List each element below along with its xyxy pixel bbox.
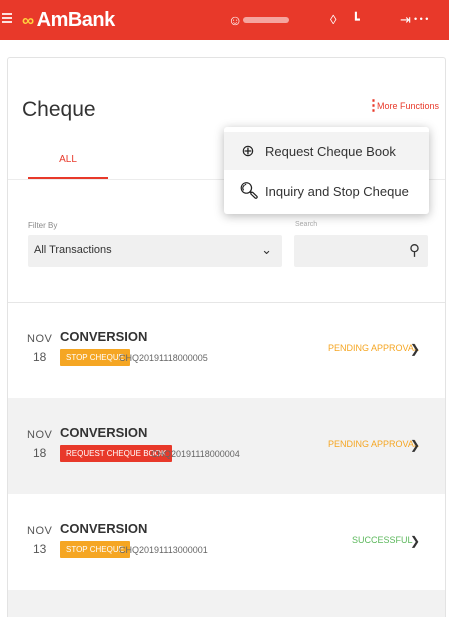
chevron-right-icon[interactable]: ❯ <box>410 438 420 452</box>
filter-value: All Transactions <box>34 244 112 256</box>
row-month: NOV <box>27 525 53 537</box>
row-status: PENDING APPROVAL <box>328 343 419 353</box>
row-status: SUCCESSFUL <box>352 535 413 545</box>
transaction-row-partial[interactable] <box>8 590 445 617</box>
top-bar: ∞ AmBank ☺ ◊ ┗ ⇥ • • • <box>0 0 449 40</box>
plus-circle-icon: ⊕ <box>241 143 255 160</box>
ambank-logo[interactable]: ∞ AmBank <box>22 9 115 32</box>
user-icon[interactable]: ☺ <box>228 12 242 28</box>
row-title: CONVERSION <box>60 329 148 344</box>
row-day: 18 <box>33 446 47 460</box>
row-month: NOV <box>27 333 53 345</box>
more-functions-link[interactable]: More Functions <box>377 101 439 111</box>
menu-item-label: Inquiry and Stop Cheque <box>265 183 409 199</box>
row-title: CONVERSION <box>60 425 148 440</box>
search-input[interactable]: ⚲ <box>294 235 428 267</box>
page-title: Cheque <box>22 98 96 121</box>
row-day: 13 <box>33 542 47 556</box>
row-status: PENDING APPROVAL <box>328 439 419 449</box>
transaction-row[interactable]: NOV 18 CONVERSION STOP CHEQUE CHQ2019111… <box>8 302 445 398</box>
menu-item-label: Request Cheque Book <box>265 143 396 159</box>
more-functions-menu: ⊕ Request Cheque Book 🔍︎ Inquiry and Sto… <box>224 127 429 214</box>
search-label: Search <box>295 221 318 228</box>
search-icon[interactable]: ⚲ <box>409 241 420 259</box>
logout-icon[interactable]: ⇥ <box>400 12 411 28</box>
menu-item-request-cheque-book[interactable]: ⊕ Request Cheque Book <box>224 132 429 170</box>
notification-icon[interactable]: ◊ <box>330 12 336 27</box>
row-reference: CHQ20191113000001 <box>119 545 208 555</box>
menu-item-inquiry-stop-cheque[interactable]: 🔍︎ Inquiry and Stop Cheque <box>224 172 429 210</box>
row-reference: CHQ20191118000005 <box>119 353 208 363</box>
mailbox-icon[interactable]: ┗ <box>352 12 360 28</box>
chevron-right-icon[interactable]: ❯ <box>410 342 420 356</box>
filter-label: Filter By <box>28 221 58 230</box>
chevron-right-icon[interactable]: ❯ <box>410 534 420 548</box>
row-day: 18 <box>33 350 47 364</box>
transaction-row[interactable]: NOV 18 CONVERSION REQUEST CHEQUE BOOK CH… <box>8 398 445 494</box>
tab-all[interactable]: ALL <box>28 146 108 179</box>
row-title: CONVERSION <box>60 521 148 536</box>
transaction-row[interactable]: NOV 13 CONVERSION STOP CHEQUE CHQ2019111… <box>8 494 445 590</box>
user-name <box>243 17 289 23</box>
search-icon: 🔍︎ <box>239 183 260 200</box>
row-reference: CHQ20191118000004 <box>151 449 240 459</box>
row-month: NOV <box>27 429 53 441</box>
chevron-down-icon: ⌄ <box>261 242 272 257</box>
hamburger-menu-icon[interactable] <box>2 13 12 23</box>
filter-select[interactable]: All Transactions ⌄ <box>28 235 282 267</box>
logout-label[interactable]: • • • <box>414 14 428 24</box>
